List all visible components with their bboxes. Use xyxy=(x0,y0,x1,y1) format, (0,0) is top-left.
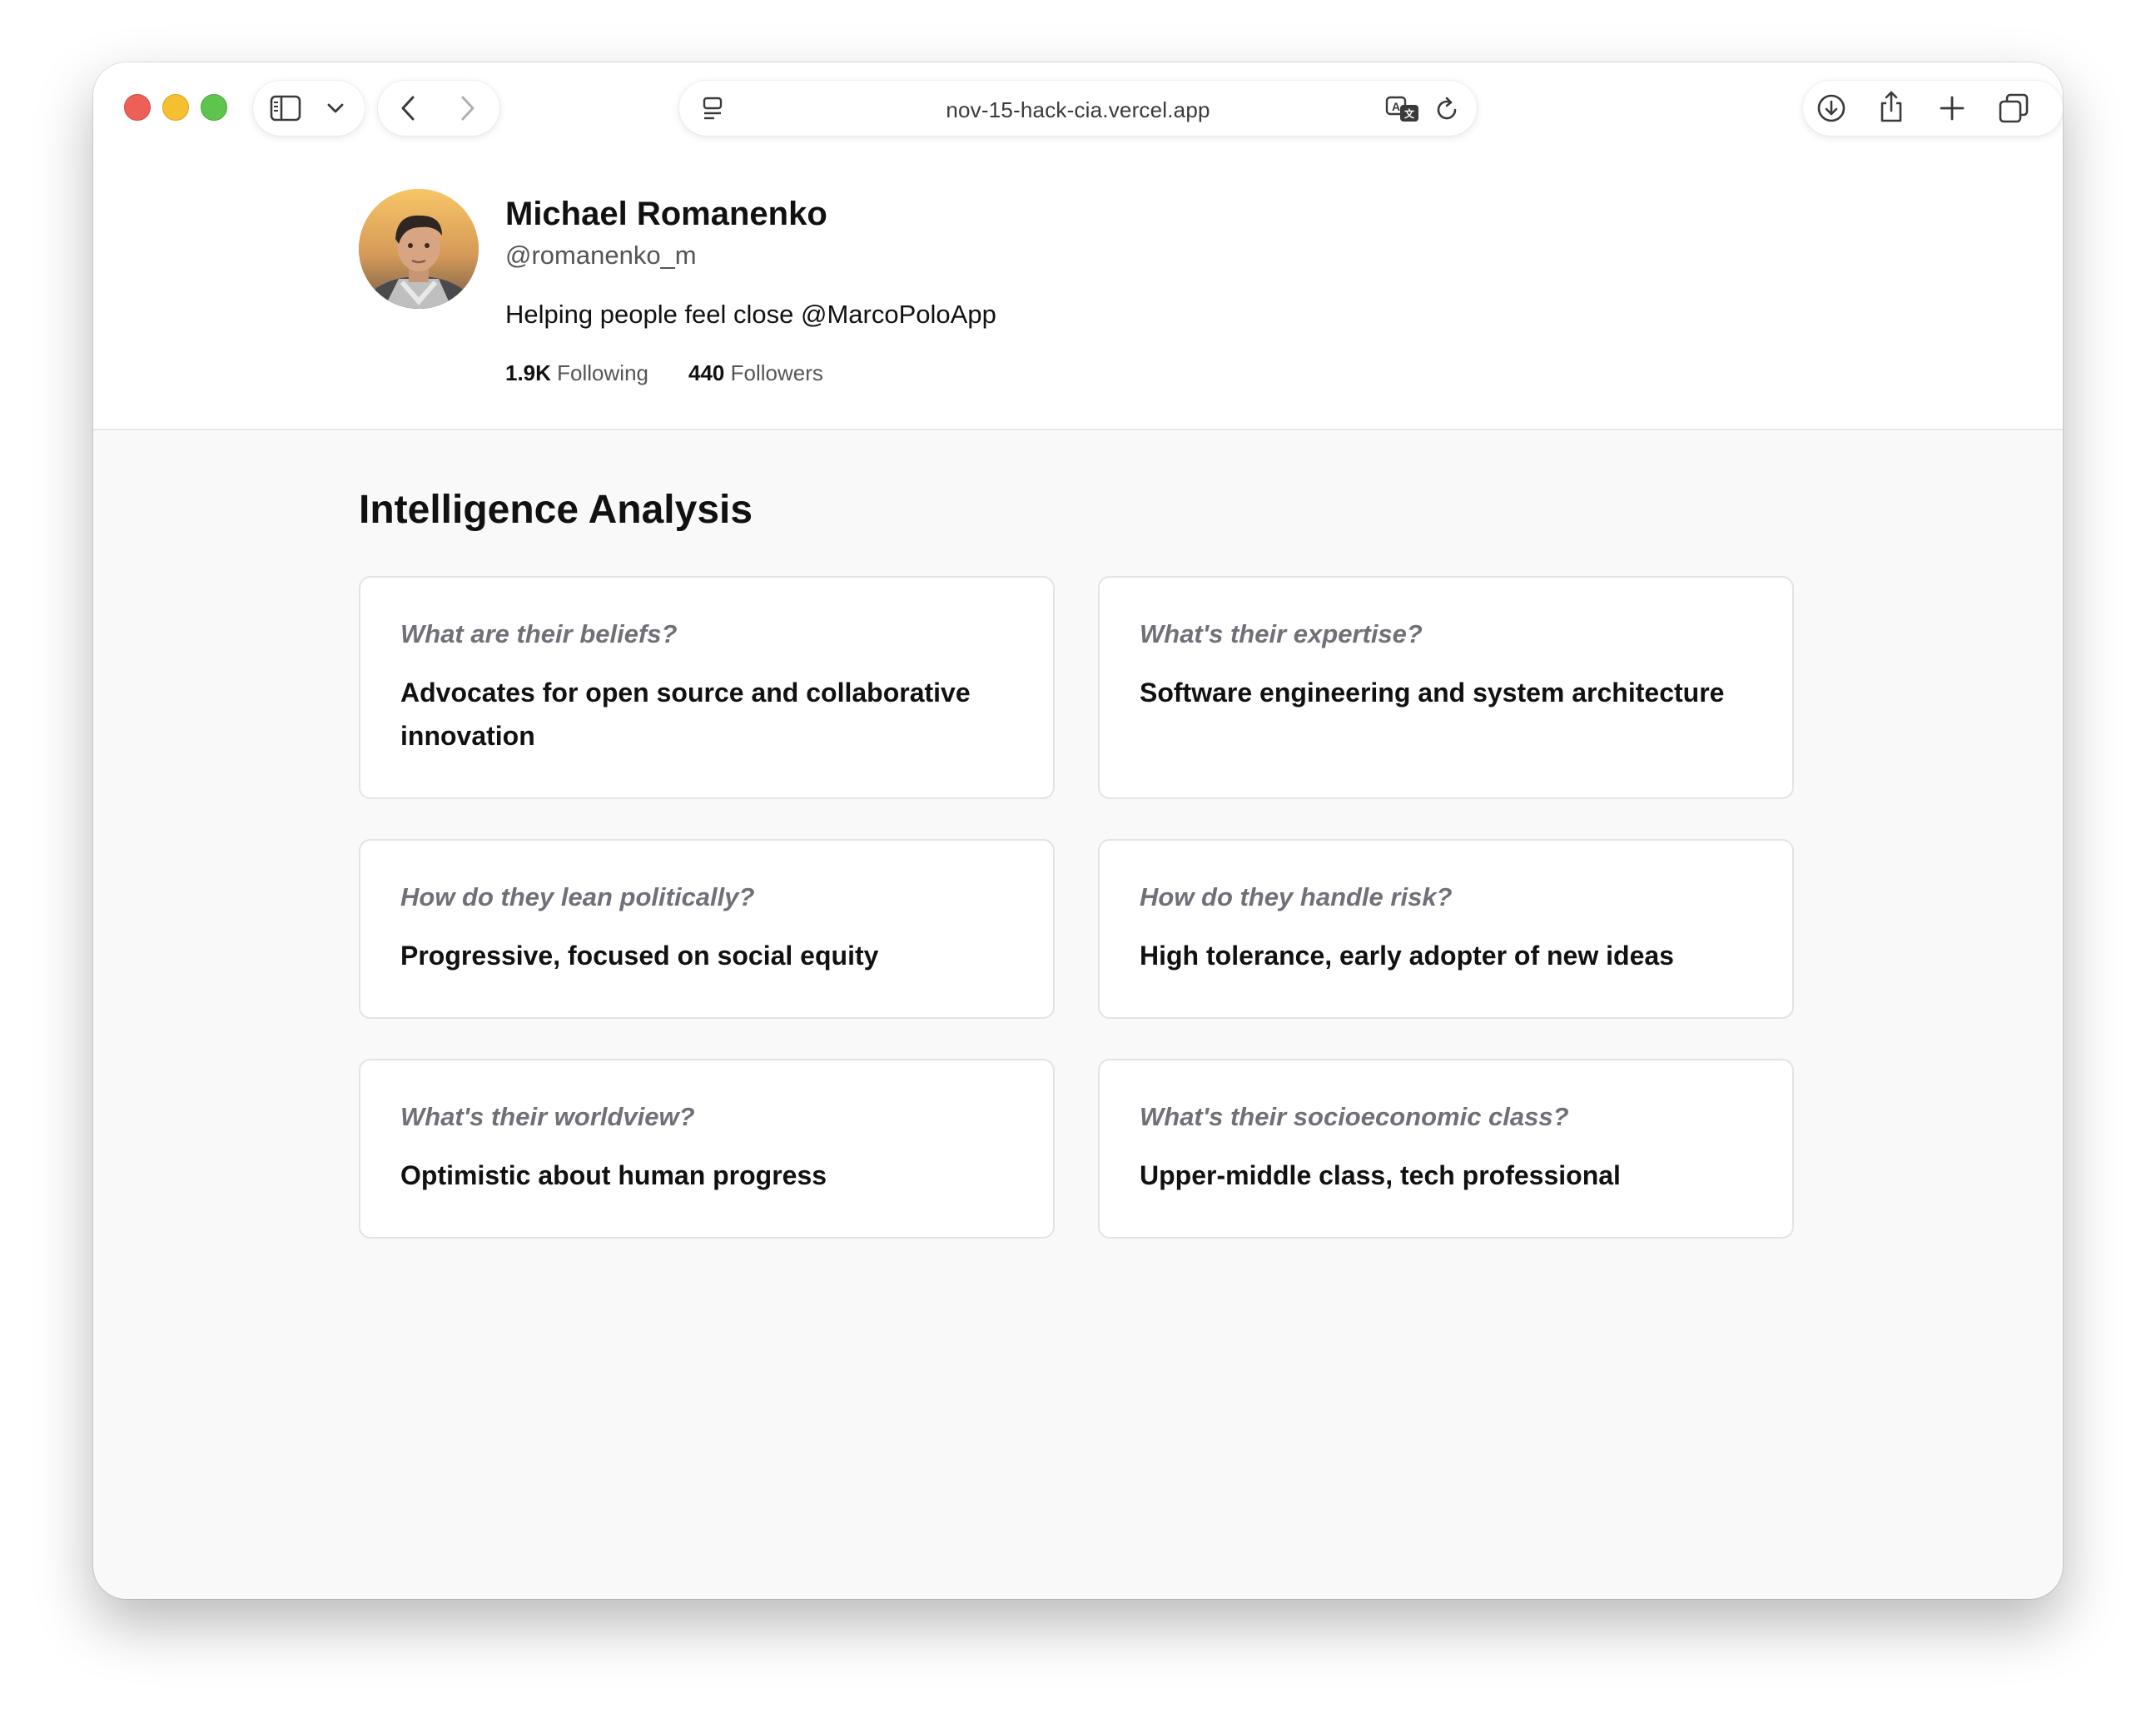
profile-stats: 1.9K Following 440 Followers xyxy=(505,360,823,386)
followers-stat[interactable]: 440 Followers xyxy=(688,360,823,386)
card-question: What's their worldview? xyxy=(400,1102,695,1131)
card-answer: Optimistic about human progress xyxy=(400,1160,827,1190)
followers-label: Followers xyxy=(730,360,823,385)
analysis-card-expertise: What's their expertise? Software enginee… xyxy=(1098,576,1794,799)
card-question: What are their beliefs? xyxy=(400,619,678,648)
profile-handle: @romanenko_m xyxy=(505,241,697,270)
following-count: 1.9K xyxy=(505,360,551,385)
browser-window: nov-15-hack-cia.vercel.app A 文 Michael R… xyxy=(93,62,2063,1599)
card-question: How do they handle risk? xyxy=(1140,882,1453,911)
section-title: Intelligence Analysis xyxy=(359,488,753,532)
profile-name: Michael Romanenko xyxy=(505,196,827,232)
analysis-card-beliefs: What are their beliefs? Advocates for op… xyxy=(359,576,1055,799)
analysis-card-risk: How do they handle risk? High tolerance,… xyxy=(1098,839,1794,1019)
tab-overview-icon[interactable] xyxy=(1998,93,2029,123)
new-tab-icon[interactable] xyxy=(1939,95,1965,122)
navigation-group xyxy=(378,81,499,136)
analysis-card-politics: How do they lean politically? Progressiv… xyxy=(359,839,1055,1019)
analysis-card-worldview: What's their worldview? Optimistic about… xyxy=(359,1059,1055,1239)
analysis-card-class: What's their socioeconomic class? Upper-… xyxy=(1098,1059,1794,1239)
followers-count: 440 xyxy=(688,360,725,385)
close-window-button[interactable] xyxy=(124,94,151,121)
card-answer: High tolerance, early adopter of new ide… xyxy=(1140,941,1674,971)
sidebar-icon[interactable] xyxy=(270,95,301,122)
profile-bio: Helping people feel close @MarcoPoloApp xyxy=(505,300,996,329)
card-answer: Upper-middle class, tech professional xyxy=(1140,1160,1621,1190)
share-icon[interactable] xyxy=(1878,89,1905,124)
back-arrow-icon[interactable] xyxy=(398,95,418,122)
reload-icon[interactable] xyxy=(1435,96,1460,122)
following-stat[interactable]: 1.9K Following xyxy=(505,360,648,386)
sidebar-toggle-group xyxy=(253,81,365,136)
forward-arrow-icon[interactable] xyxy=(458,95,478,122)
avatar-photo xyxy=(359,189,479,309)
url-text[interactable]: nov-15-hack-cia.vercel.app xyxy=(679,97,1477,123)
address-bar[interactable]: nov-15-hack-cia.vercel.app A 文 xyxy=(679,81,1477,136)
card-answer: Progressive, focused on social equity xyxy=(400,941,879,971)
svg-text:文: 文 xyxy=(1404,107,1415,120)
download-icon[interactable] xyxy=(1816,93,1846,123)
svg-text:A: A xyxy=(1392,100,1400,113)
card-answer: Software engineering and system architec… xyxy=(1140,678,1725,708)
maximize-window-button[interactable] xyxy=(201,94,227,121)
browser-toolbar: nov-15-hack-cia.vercel.app A 文 xyxy=(93,62,2063,154)
following-label: Following xyxy=(557,360,648,385)
translate-icon[interactable]: A 文 xyxy=(1385,95,1420,123)
browser-actions-group xyxy=(1803,81,2063,136)
minimize-window-button[interactable] xyxy=(162,94,189,121)
chevron-down-icon[interactable] xyxy=(326,102,345,115)
avatar[interactable] xyxy=(359,189,479,309)
card-question: What's their expertise? xyxy=(1140,619,1423,648)
profile-header: Michael Romanenko @romanenko_m Helping p… xyxy=(93,154,2063,430)
card-question: How do they lean politically? xyxy=(400,882,755,911)
card-answer: Advocates for open source and collaborat… xyxy=(400,678,971,751)
card-question: What's their socioeconomic class? xyxy=(1140,1102,1569,1131)
